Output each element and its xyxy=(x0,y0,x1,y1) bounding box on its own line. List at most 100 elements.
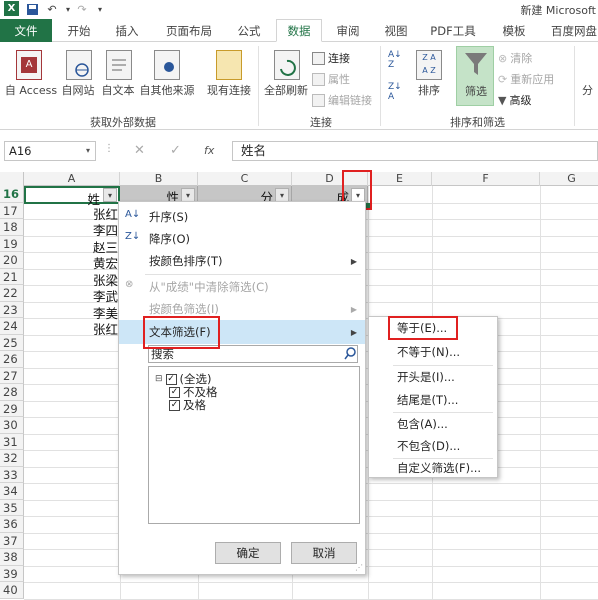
cell-a16[interactable]: 姓 ▾ xyxy=(24,186,120,207)
tab-templates[interactable]: 模板 xyxy=(492,19,536,42)
row-header[interactable]: 28 xyxy=(0,384,24,401)
connections-button[interactable]: 连接 xyxy=(312,50,350,66)
advanced-button[interactable]: ▼ 高级 xyxy=(498,92,531,108)
row-header[interactable]: 38 xyxy=(0,549,24,566)
row-header[interactable]: 29 xyxy=(0,400,24,417)
existing-connections-icon xyxy=(216,50,242,80)
ok-button[interactable]: 确定 xyxy=(215,542,281,564)
from-web-button[interactable]: 自网站 xyxy=(58,48,98,100)
sort-button[interactable]: Z AA Z 排序 xyxy=(412,48,446,100)
resize-grip-icon[interactable]: ⋰ xyxy=(355,563,363,572)
sort-by-color-item[interactable]: 按颜色排序(T) ▶ xyxy=(119,250,365,272)
row-header[interactable]: 21 xyxy=(0,268,24,285)
sort-ascending-label: 升序(S) xyxy=(149,210,189,224)
tab-formulas[interactable]: 公式 xyxy=(228,19,270,42)
sort-descending-item[interactable]: Z↓ 降序(O) xyxy=(119,228,365,250)
clear-filter-item[interactable]: ⊗ 从"成绩"中清除筛选(C) xyxy=(119,276,365,298)
column-header-a[interactable]: A xyxy=(24,172,120,186)
undo-icon[interactable]: ↶ xyxy=(44,1,60,17)
cell-name[interactable]: 张红 xyxy=(93,319,118,338)
row-header[interactable]: 19 xyxy=(0,235,24,252)
tab-file[interactable]: 文件 xyxy=(0,19,52,42)
tab-view[interactable]: 视图 xyxy=(376,19,416,42)
reapply-button[interactable]: ⟳ 重新应用 xyxy=(498,71,554,87)
tab-data[interactable]: 数据 xyxy=(276,19,322,42)
formula-input[interactable]: 姓名 xyxy=(232,141,598,161)
row-header[interactable]: 25 xyxy=(0,334,24,351)
column-header-b[interactable]: B xyxy=(120,172,198,186)
row-header[interactable]: 40 xyxy=(0,582,24,599)
split-columns-label[interactable]: 分 xyxy=(582,82,593,98)
name-box-dropdown-icon[interactable]: ▾ xyxy=(86,146,90,155)
row-header[interactable]: 23 xyxy=(0,301,24,318)
row-header[interactable]: 20 xyxy=(0,252,24,269)
custom-filter-item[interactable]: 自定义筛选(F)... xyxy=(369,457,497,479)
contains-item[interactable]: 包含(A)... xyxy=(369,413,497,435)
column-header-e[interactable]: E xyxy=(368,172,432,186)
ends-with-item[interactable]: 结尾是(T)... xyxy=(369,389,497,411)
checkbox-icon[interactable]: ✓ xyxy=(165,373,177,385)
not-equals-item[interactable]: 不等于(N)... xyxy=(369,341,497,363)
row-header[interactable]: 31 xyxy=(0,433,24,450)
group-title-connections: 连接 xyxy=(310,116,332,129)
clear-button[interactable]: ⊗ 清除 xyxy=(498,50,532,66)
tab-review[interactable]: 审阅 xyxy=(328,19,368,42)
filter-dropdown-c-icon[interactable]: ▾ xyxy=(275,188,289,202)
filter-by-color-label: 按颜色筛选(I) xyxy=(149,302,219,316)
refresh-all-button[interactable]: 全部刷新 xyxy=(262,48,310,100)
insert-function-icon[interactable]: fx xyxy=(204,144,214,157)
list-item[interactable]: ✓ 及格 xyxy=(169,397,206,413)
redo-icon[interactable]: ↷ xyxy=(74,1,90,17)
tab-pdf-tools[interactable]: PDF工具 xyxy=(424,19,482,42)
cancel-icon[interactable]: ✕ xyxy=(134,143,145,158)
row-header[interactable]: 37 xyxy=(0,532,24,549)
filter-dropdown-a-icon[interactable]: ▾ xyxy=(103,188,117,202)
refresh-all-label: 全部刷新 xyxy=(264,84,308,97)
column-header-g[interactable]: G xyxy=(540,172,598,186)
begins-with-item[interactable]: 开头是(I)... xyxy=(369,366,497,388)
checkbox-icon[interactable]: ✓ xyxy=(169,386,180,398)
row-header[interactable]: 24 xyxy=(0,318,24,335)
sort-za-icon[interactable]: Z↓ A xyxy=(388,82,408,102)
checkbox-icon[interactable]: ✓ xyxy=(169,399,180,411)
row-header[interactable]: 16 xyxy=(0,186,24,203)
row-header[interactable]: 27 xyxy=(0,367,24,384)
customize-toolbar-icon[interactable]: ▾ xyxy=(92,1,108,17)
row-header[interactable]: 17 xyxy=(0,202,24,219)
row-header[interactable]: 30 xyxy=(0,417,24,434)
row-header[interactable]: 26 xyxy=(0,351,24,368)
save-icon[interactable] xyxy=(24,1,40,17)
tab-home[interactable]: 开始 xyxy=(58,19,100,42)
column-header-f[interactable]: F xyxy=(432,172,540,186)
tab-insert[interactable]: 插入 xyxy=(106,19,148,42)
name-box[interactable]: A16 xyxy=(4,141,96,161)
column-header-c[interactable]: C xyxy=(198,172,292,186)
sort-ascending-item[interactable]: A↓ 升序(S) xyxy=(119,206,365,228)
edit-links-button[interactable]: 编辑链接 xyxy=(312,92,372,108)
from-access-button[interactable]: A 自 Access xyxy=(4,48,57,100)
sort-descending-icon: Z↓ xyxy=(125,231,141,242)
sort-az-icon[interactable]: A↓ Z xyxy=(388,50,408,70)
row-header[interactable]: 32 xyxy=(0,450,24,467)
cancel-button[interactable]: 取消 xyxy=(291,542,357,564)
row-header[interactable]: 18 xyxy=(0,219,24,236)
from-other-sources-button[interactable]: 自其他来源 xyxy=(138,48,196,100)
clear-label: 清除 xyxy=(510,52,533,65)
filter-dropdown-b-icon[interactable]: ▾ xyxy=(181,188,195,202)
row-header[interactable]: 35 xyxy=(0,499,24,516)
filter-button[interactable]: 筛选 xyxy=(456,46,494,106)
from-text-button[interactable]: 自文本 xyxy=(98,48,138,100)
tab-baidu-netdisk[interactable]: 百度网盘 xyxy=(544,19,598,42)
row-header[interactable]: 39 xyxy=(0,565,24,582)
row-header[interactable]: 22 xyxy=(0,285,24,302)
tab-page-layout[interactable]: 页面布局 xyxy=(158,19,220,42)
properties-button[interactable]: 属性 xyxy=(312,71,350,87)
row-header[interactable]: 36 xyxy=(0,516,24,533)
enter-icon[interactable]: ✓ xyxy=(170,143,181,158)
select-all-corner[interactable] xyxy=(0,172,24,186)
not-contains-item[interactable]: 不包含(D)... xyxy=(369,435,497,457)
row-header[interactable]: 33 xyxy=(0,466,24,483)
row-header[interactable]: 34 xyxy=(0,483,24,500)
search-icon xyxy=(344,347,357,360)
existing-connections-button[interactable]: 现有连接 xyxy=(204,48,254,100)
